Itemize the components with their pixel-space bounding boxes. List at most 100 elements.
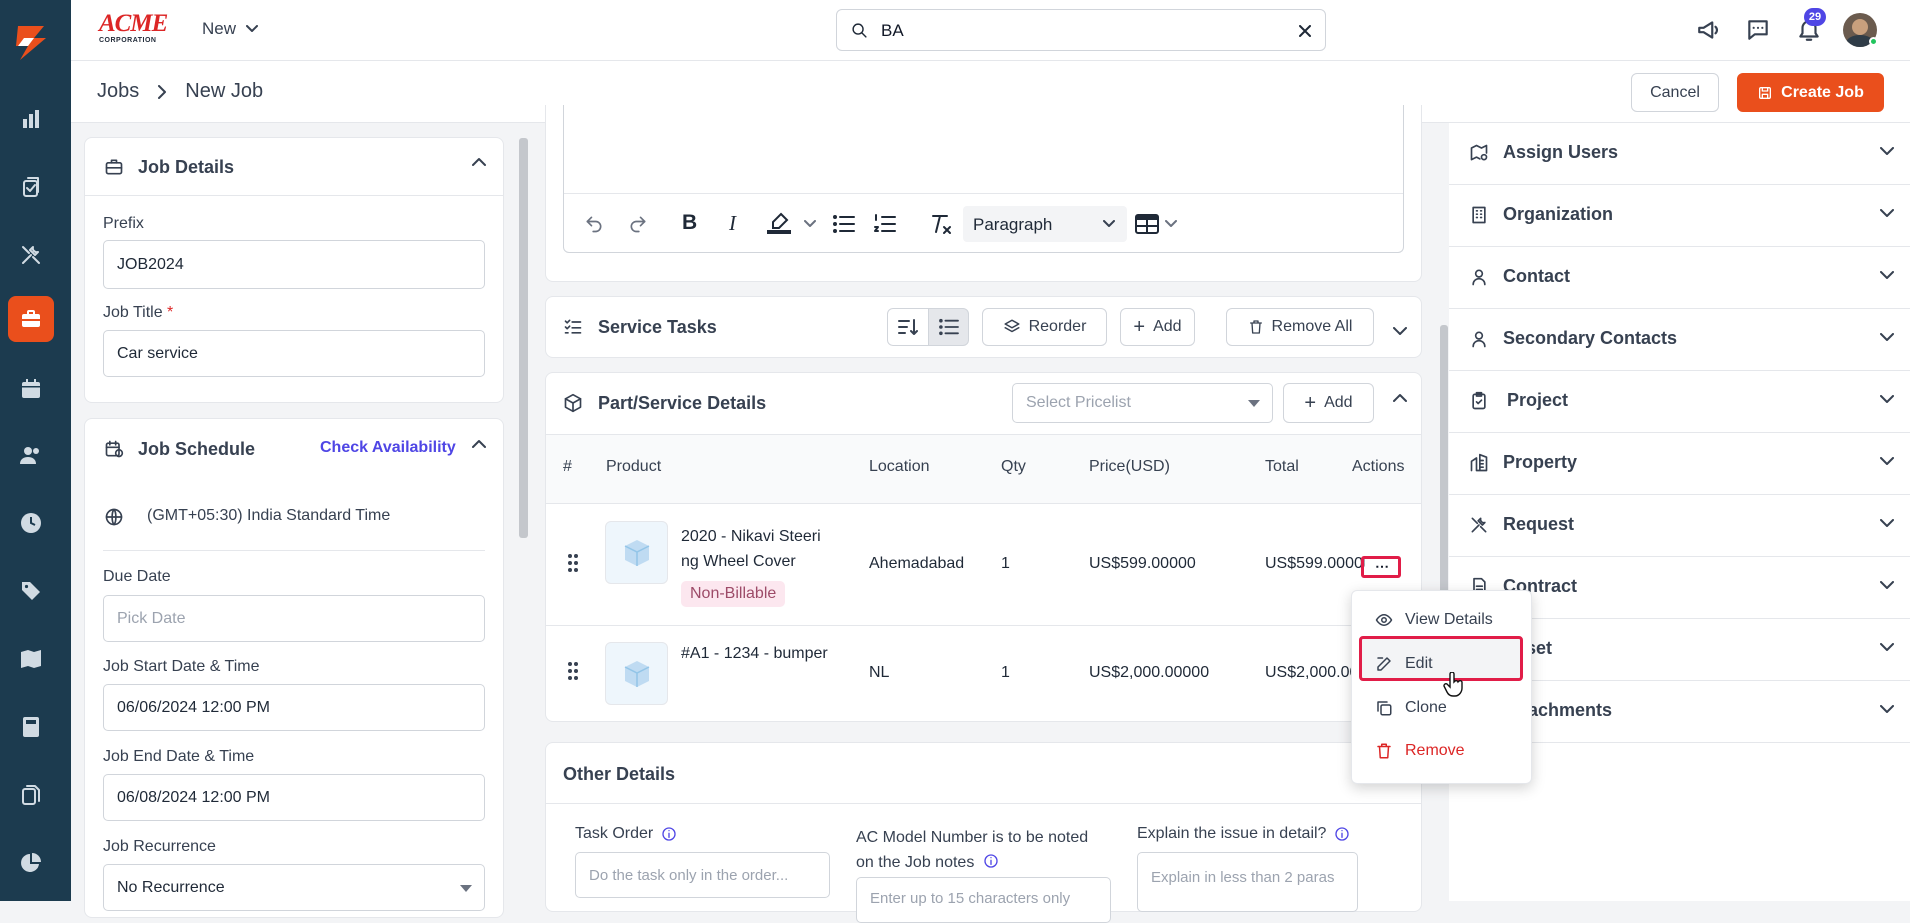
collapse-chevron-up-icon[interactable] [472,157,486,166]
clone-menu-item[interactable]: Clone [1359,690,1519,726]
job-title-label-text: Job Title [103,304,163,321]
due-date-input[interactable]: Pick Date [103,595,485,642]
clear-format-icon[interactable] [930,213,952,235]
ac-model-input[interactable]: Enter up to 15 characters only [856,877,1111,923]
create-job-button[interactable]: Create Job [1737,73,1884,112]
check-availability-link[interactable]: Check Availability [320,439,456,457]
tag-icon[interactable] [8,568,54,614]
copy-icon [1377,701,1392,716]
collapse-chevron-up-icon[interactable] [472,439,486,448]
product-name[interactable]: 2020 - Nikavi Steeri ng Wheel Cover [681,524,821,574]
pricelist-select[interactable]: Select Pricelist [1012,383,1273,423]
job-title-input[interactable]: Car service [103,330,485,377]
list-view-button[interactable] [928,308,969,346]
map-icon[interactable] [8,636,54,682]
drag-handle-icon[interactable] [567,553,579,573]
col-header-price: Price(USD) [1089,458,1170,475]
issue-textarea[interactable]: Explain in less than 2 paras [1137,852,1358,912]
clock-icon[interactable] [8,500,54,546]
row-actions-button[interactable]: ⋯ [1361,556,1401,578]
calendar-icon[interactable] [8,366,54,412]
end-date-input[interactable]: 06/08/2024 12:00 PM [103,774,485,821]
collapse-chevron-up-icon[interactable] [1393,393,1407,402]
secondary-contacts-section[interactable]: Secondary Contacts [1449,309,1910,371]
reports-icon[interactable] [8,96,54,142]
reorder-button[interactable]: Reorder [982,308,1107,346]
organization-section[interactable]: Organization [1449,185,1910,247]
remove-menu-item[interactable]: Remove [1359,733,1519,769]
add-task-button[interactable]: + Add [1120,308,1195,346]
info-icon[interactable] [983,853,999,869]
ac-model-label-line-1: AC Model Number is to be noted [856,829,1089,846]
megaphone-icon[interactable] [1696,17,1722,43]
bullet-list-icon[interactable] [833,214,855,234]
calendar-clock-icon [105,440,124,458]
jobs-briefcase-icon[interactable] [8,296,54,342]
remove-all-button[interactable]: Remove All [1226,308,1374,346]
contact-section[interactable]: Contact [1449,247,1910,309]
chat-icon[interactable] [1745,17,1771,43]
project-label: Project [1507,390,1569,410]
drag-handle-icon[interactable] [567,661,579,681]
qty-cell: 1 [1001,664,1010,681]
col-header-location: Location [869,458,930,475]
property-icon [1470,453,1488,472]
tools-icon [1471,517,1487,533]
divider [103,550,485,551]
prefix-input[interactable]: JOB2024 [103,240,485,289]
cancel-button[interactable]: Cancel [1631,73,1719,112]
expand-chevron-down-icon[interactable] [1393,327,1407,336]
info-icon[interactable] [661,826,677,842]
numbered-list-icon[interactable] [874,214,896,234]
users-icon[interactable] [8,432,54,478]
hand-cursor-icon [1443,672,1463,697]
table-icon[interactable] [1135,214,1159,234]
redo-icon[interactable] [628,214,648,234]
highlight-icon[interactable] [767,212,791,234]
project-section[interactable]: Project [1449,371,1910,433]
chevron-down-icon [1880,643,1894,651]
due-date-label: Due Date [103,568,171,585]
undo-icon[interactable] [584,214,604,234]
tools-icon[interactable] [8,232,54,278]
search-box[interactable]: BA [836,9,1326,51]
documents-icon[interactable] [8,164,54,210]
company-logo[interactable]: ACME CORPORATION [99,11,177,47]
trash-icon [1249,320,1262,334]
total-cell: US$599.00000 [1265,555,1365,572]
chevron-down-icon [1880,271,1894,279]
info-icon[interactable] [1334,826,1350,842]
new-dropdown[interactable]: New [202,19,259,39]
app-logo-icon[interactable] [10,20,54,64]
edit-menu-item[interactable]: Edit [1359,646,1519,682]
assign-users-section[interactable]: Assign Users [1449,123,1910,185]
bold-icon[interactable]: B [682,211,697,235]
search-input[interactable]: BA [881,21,904,41]
clear-search-icon[interactable] [1299,25,1311,37]
files-icon[interactable] [8,772,54,818]
chevron-down-icon [1880,519,1894,527]
italic-icon[interactable]: I [729,211,736,236]
add-part-button[interactable]: + Add [1283,383,1374,423]
start-date-input[interactable]: 06/06/2024 12:00 PM [103,684,485,731]
task-order-label: Task Order [575,825,677,843]
paragraph-style-select[interactable]: Paragraph [963,206,1127,242]
highlight-chevron-down-icon[interactable] [804,220,816,228]
sort-view-button[interactable] [887,308,929,346]
pricelist-placeholder: Select Pricelist [1026,394,1131,411]
pie-chart-icon[interactable] [8,840,54,886]
recurrence-select[interactable]: No Recurrence [103,864,485,911]
calculator-icon[interactable] [8,704,54,750]
breadcrumb-jobs-link[interactable]: Jobs [97,80,139,103]
task-order-label-text: Task Order [575,825,654,842]
paragraph-style-value: Paragraph [973,215,1053,234]
product-thumbnail [605,642,668,705]
left-column-scrollbar-thumb[interactable] [519,138,528,538]
product-name[interactable]: #A1 - 1234 - bumper [681,645,828,663]
property-label: Property [1503,452,1578,472]
table-chevron-down-icon[interactable] [1165,220,1177,228]
view-details-menu-item[interactable]: View Details [1359,602,1519,638]
property-section[interactable]: Property [1449,433,1910,495]
task-order-input[interactable]: Do the task only in the order... [575,852,830,898]
request-section[interactable]: Request [1449,495,1910,557]
